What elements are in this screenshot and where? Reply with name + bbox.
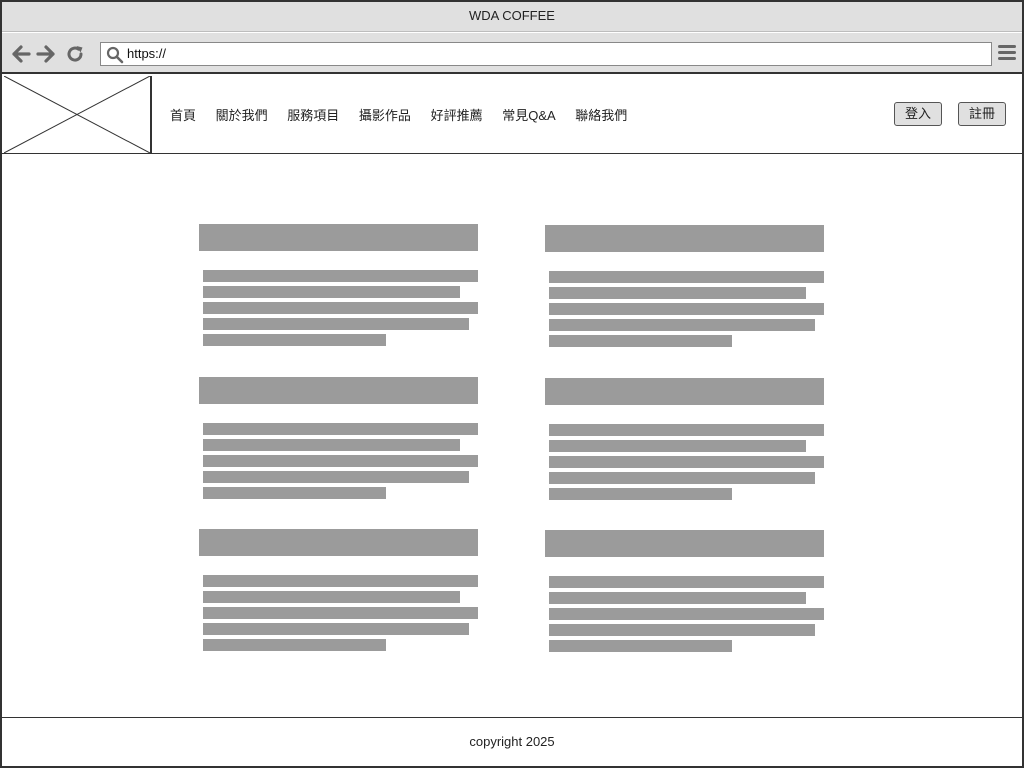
site-header: 首頁 關於我們 服務項目 攝影作品 好評推薦 常見Q&A 聯絡我們 登入 註冊 — [2, 74, 1022, 154]
nav-item-contact[interactable]: 聯絡我們 — [575, 108, 627, 123]
card-text-placeholder — [203, 270, 479, 346]
text-line — [203, 575, 478, 587]
url-input[interactable]: https:// — [100, 42, 992, 66]
card-text-placeholder — [203, 423, 479, 499]
hamburger-menu-icon[interactable] — [998, 45, 1016, 63]
browser-window: WDA COFFEE https:// 首頁 關於我們 服務項目 攝影作品 好評… — [0, 0, 1024, 768]
nav-item-home[interactable]: 首頁 — [170, 108, 196, 123]
nav-item-services[interactable]: 服務項目 — [287, 108, 339, 123]
text-line — [203, 623, 469, 635]
text-line — [203, 591, 460, 603]
content-card — [545, 225, 825, 351]
nav-item-faq[interactable]: 常見Q&A — [502, 108, 555, 123]
window-title: WDA COFFEE — [2, 2, 1022, 32]
text-line — [549, 640, 732, 652]
content-card — [199, 224, 479, 350]
text-line — [203, 607, 478, 619]
card-text-placeholder — [549, 576, 825, 652]
text-line — [549, 592, 806, 604]
content-card — [199, 377, 479, 503]
card-title-placeholder — [199, 224, 478, 251]
nav-item-portfolio[interactable]: 攝影作品 — [359, 108, 411, 123]
text-line — [549, 271, 824, 283]
search-icon — [106, 46, 124, 64]
text-line — [203, 270, 478, 282]
text-line — [549, 335, 732, 347]
text-line — [203, 487, 386, 499]
card-title-placeholder — [199, 377, 478, 404]
logo-placeholder-icon[interactable] — [4, 76, 152, 153]
text-line — [203, 455, 478, 467]
text-line — [549, 424, 824, 436]
register-button[interactable]: 註冊 — [958, 102, 1006, 126]
login-button[interactable]: 登入 — [894, 102, 942, 126]
card-title-placeholder — [199, 529, 478, 556]
text-line — [549, 319, 815, 331]
site-footer: copyright 2025 — [2, 717, 1022, 768]
card-text-placeholder — [549, 271, 825, 347]
address-bar: https:// — [2, 33, 1022, 74]
forward-icon[interactable] — [35, 43, 57, 65]
card-title-placeholder — [545, 378, 824, 405]
card-title-placeholder — [545, 225, 824, 252]
text-line — [203, 334, 386, 346]
text-line — [549, 576, 824, 588]
content-card — [199, 529, 479, 655]
text-line — [203, 423, 478, 435]
back-icon[interactable] — [10, 43, 32, 65]
card-title-placeholder — [545, 530, 824, 557]
text-line — [549, 624, 815, 636]
text-line — [549, 303, 824, 315]
text-line — [203, 318, 469, 330]
card-text-placeholder — [203, 575, 479, 651]
text-line — [549, 472, 815, 484]
text-line — [549, 488, 732, 500]
content-card — [545, 378, 825, 504]
card-text-placeholder — [549, 424, 825, 500]
content-card — [545, 530, 825, 656]
nav-item-testimonials[interactable]: 好評推薦 — [431, 108, 483, 123]
text-line — [549, 440, 806, 452]
nav-item-about[interactable]: 關於我們 — [216, 108, 268, 123]
url-text: https:// — [127, 46, 167, 61]
text-line — [203, 639, 386, 651]
text-line — [203, 302, 478, 314]
text-line — [549, 456, 824, 468]
text-line — [203, 439, 460, 451]
main-nav: 首頁 關於我們 服務項目 攝影作品 好評推薦 常見Q&A 聯絡我們 — [170, 105, 643, 124]
text-line — [203, 471, 469, 483]
text-line — [549, 287, 806, 299]
text-line — [549, 608, 824, 620]
reload-icon[interactable] — [64, 43, 86, 65]
text-line — [203, 286, 460, 298]
